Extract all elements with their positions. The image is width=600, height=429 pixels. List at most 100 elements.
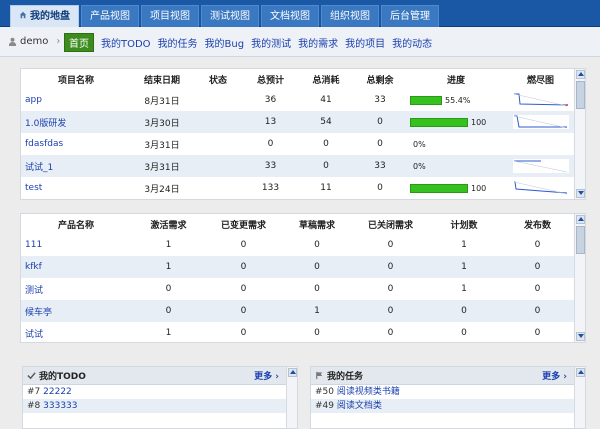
tab-label: 产品视图	[90, 11, 130, 22]
end-date-cell: 3月31日	[144, 140, 180, 151]
arrow-down-icon	[578, 191, 584, 195]
menu-my-dynamics[interactable]: 我的动态	[392, 35, 432, 50]
burndown-cell[interactable]	[506, 177, 575, 199]
top-navigation-bar: 我的地盘 产品视图 项目视图 测试视图 文档视图 组织视图 后台管理	[0, 0, 600, 27]
menu-my-bugs[interactable]: 我的Bug	[205, 35, 245, 50]
project-name-cell: 1.0版研发	[21, 111, 131, 133]
tab-admin[interactable]: 后台管理	[381, 5, 439, 27]
burndown-cell[interactable]	[506, 89, 575, 111]
closed-cell: 0	[387, 284, 394, 294]
todo-panel-header: 我的TODO 更多 ›	[23, 367, 297, 385]
burndown-cell[interactable]	[506, 155, 575, 177]
estimate-cell: 36	[264, 95, 277, 105]
product-stats-panel: 产品名称 激活需求 已变更需求 草稿需求 已关闭需求 计划数 发布数 111 1…	[20, 213, 586, 343]
scroll-up-button[interactable]	[576, 70, 585, 79]
burndown-chart[interactable]	[511, 179, 571, 197]
table-row: 试试_1 3月31日 33 0 33 0%	[21, 155, 575, 177]
chevron-right-icon: ›	[563, 372, 567, 382]
tab-test-view[interactable]: 测试视图	[201, 5, 259, 27]
product-table-scrollbar[interactable]	[574, 214, 585, 342]
end-date-cell: 3月24日	[144, 184, 180, 195]
menu-my-tasks[interactable]: 我的任务	[158, 35, 198, 50]
project-link[interactable]: app	[25, 95, 42, 105]
product-link[interactable]: 测试	[25, 286, 43, 296]
burndown-chart[interactable]	[511, 91, 571, 109]
progress-bar	[410, 95, 442, 105]
col-product-name: 产品名称	[57, 220, 94, 231]
col-end-date: 结束日期	[143, 75, 180, 86]
tab-my-dashboard[interactable]: 我的地盘	[10, 5, 79, 27]
status-cell	[193, 89, 243, 111]
draft-cell: 0	[281, 256, 353, 278]
project-link[interactable]: 试试_1	[25, 163, 53, 173]
task-link[interactable]: 阅读视频类书籍	[337, 387, 400, 397]
tasks-scrollbar[interactable]	[574, 367, 585, 428]
project-link[interactable]: fdasfdas	[25, 139, 63, 149]
scroll-up-button[interactable]	[576, 368, 585, 377]
current-user[interactable]: demo ›	[8, 36, 60, 47]
list-item: #49 阅读文档类	[311, 399, 585, 413]
product-link[interactable]: kfkf	[25, 262, 42, 272]
item-id: #7	[27, 387, 41, 397]
burndown-cell[interactable]	[506, 133, 575, 155]
product-link[interactable]: 111	[25, 240, 42, 250]
menu-my-stories[interactable]: 我的需求	[298, 35, 338, 50]
burndown-chart[interactable]	[511, 157, 571, 175]
burndown-chart[interactable]	[511, 113, 571, 131]
project-table-scrollbar[interactable]	[574, 69, 585, 199]
menu-my-tests[interactable]: 我的测试	[251, 35, 291, 50]
my-tasks-panel: 我的任务 更多 › #50 阅读视频类书籍 #49 阅读文档类	[310, 366, 586, 429]
scroll-down-button[interactable]	[576, 332, 585, 341]
menu-my-todo[interactable]: 我的TODO	[101, 35, 151, 50]
product-link[interactable]: 候车亭	[25, 308, 52, 318]
scroll-thumb[interactable]	[576, 226, 585, 254]
tasks-panel-title: 我的任务	[327, 372, 364, 382]
scroll-up-button[interactable]	[576, 215, 585, 224]
main-tabs: 我的地盘 产品视图 项目视图 测试视图 文档视图 组织视图 后台管理	[10, 5, 441, 27]
plans-cell: 1	[461, 284, 467, 294]
tab-product-view[interactable]: 产品视图	[81, 5, 139, 27]
estimate-cell: 33	[243, 155, 298, 177]
estimate-cell: 133	[261, 183, 280, 193]
tasks-more-link[interactable]: 更多 ›	[542, 369, 567, 382]
col-burndown: 燃尽图	[526, 75, 554, 86]
menu-my-projects[interactable]: 我的项目	[345, 35, 385, 50]
todo-link[interactable]: 333333	[43, 401, 77, 411]
sub-navigation-bar: demo › 首页 我的TODO 我的任务 我的Bug 我的测试 我的需求 我的…	[0, 27, 600, 57]
status-cell	[193, 111, 243, 133]
list-item: #8 333333	[23, 399, 297, 413]
plans-cell: 0	[461, 328, 467, 338]
menu-home[interactable]: 首页	[64, 33, 94, 52]
arrow-up-icon	[290, 370, 296, 374]
consumed-cell: 11	[320, 183, 332, 193]
col-draft-stories: 草稿需求	[298, 220, 335, 231]
product-table: 产品名称 激活需求 已变更需求 草稿需求 已关闭需求 计划数 发布数 111 1…	[21, 214, 575, 344]
col-progress: 进度	[446, 75, 465, 86]
dashboard-menu: 首页 我的TODO 我的任务 我的Bug 我的测试 我的需求 我的项目 我的动态	[64, 33, 439, 52]
plans-cell: 1	[461, 240, 467, 250]
arrow-down-icon	[578, 334, 584, 338]
todo-scrollbar[interactable]	[286, 367, 297, 428]
tab-org-view[interactable]: 组织视图	[321, 5, 379, 27]
table-header: 产品名称 激活需求 已变更需求 草稿需求 已关闭需求 计划数 发布数	[21, 214, 575, 234]
table-row: 111 1 0 0 0 1 0	[21, 234, 575, 256]
tab-doc-view[interactable]: 文档视图	[261, 5, 319, 27]
todo-link[interactable]: 22222	[43, 387, 72, 397]
releases-cell: 0	[534, 284, 541, 294]
scroll-down-button[interactable]	[576, 189, 585, 198]
progress-cell: 100	[406, 177, 506, 199]
tab-label: 后台管理	[390, 11, 430, 22]
project-name-cell: fdasfdas	[21, 133, 131, 155]
burndown-cell[interactable]	[506, 111, 575, 133]
task-link[interactable]: 阅读文档类	[337, 401, 382, 411]
project-link[interactable]: test	[25, 183, 42, 193]
scroll-up-button[interactable]	[288, 368, 297, 377]
product-link[interactable]: 试试	[25, 330, 43, 340]
tab-label: 文档视图	[270, 11, 310, 22]
tab-label: 组织视图	[330, 11, 370, 22]
tab-project-view[interactable]: 项目视图	[141, 5, 199, 27]
scroll-thumb[interactable]	[576, 81, 585, 109]
item-id: #50	[315, 387, 334, 397]
project-link[interactable]: 1.0版研发	[25, 119, 66, 129]
todo-more-link[interactable]: 更多 ›	[254, 369, 279, 382]
